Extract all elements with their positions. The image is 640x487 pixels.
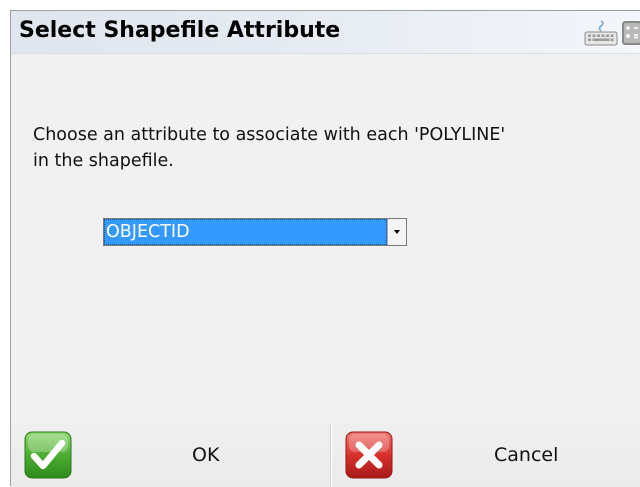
attribute-dropdown[interactable]: OBJECTID — [103, 218, 407, 246]
checkmark-icon — [24, 431, 72, 479]
dialog-content: Choose an attribute to associate with ea… — [11, 54, 640, 424]
button-bar: OK Cancel — [11, 424, 640, 487]
x-icon — [345, 431, 393, 479]
ok-button[interactable]: OK — [11, 424, 331, 487]
chevron-down-icon[interactable] — [387, 219, 406, 245]
keyboard-icon[interactable] — [583, 19, 619, 47]
dialog-window: Select Shapefile Attribute Choose an att… — [10, 10, 640, 487]
title-bar: Select Shapefile Attribute — [11, 11, 640, 54]
prompt-text: Choose an attribute to associate with ea… — [33, 122, 593, 174]
calculator-icon[interactable] — [621, 20, 640, 46]
prompt-line-1: Choose an attribute to associate with ea… — [33, 125, 506, 145]
cancel-button-label: Cancel — [494, 444, 559, 466]
prompt-line-2: in the shapefile. — [33, 151, 174, 171]
ok-button-label: OK — [192, 444, 220, 466]
attribute-dropdown-value[interactable]: OBJECTID — [104, 219, 387, 245]
cancel-button[interactable]: Cancel — [331, 424, 640, 487]
dialog-title: Select Shapefile Attribute — [19, 18, 341, 43]
